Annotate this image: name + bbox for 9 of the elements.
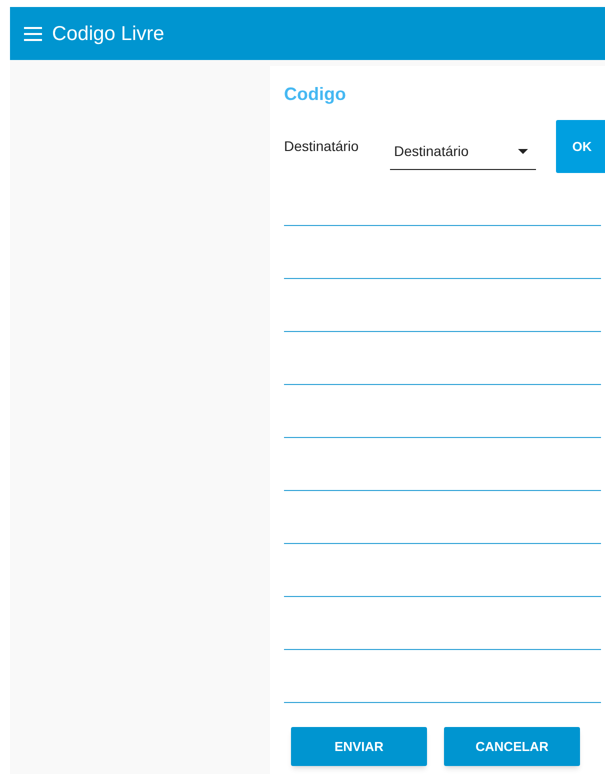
form-title: Codigo [284, 83, 347, 106]
ok-button[interactable]: OK [556, 120, 605, 173]
app-title: Codigo Livre [52, 22, 164, 46]
menu-icon[interactable] [24, 26, 42, 40]
action-button[interactable]: ENVIAR [291, 727, 427, 766]
recipient-label: Destinatário [284, 137, 360, 156]
recipient-select[interactable]: Destinatário [390, 134, 536, 170]
caret-icon [518, 148, 528, 154]
action-button[interactable]: CANCELAR [444, 727, 580, 766]
